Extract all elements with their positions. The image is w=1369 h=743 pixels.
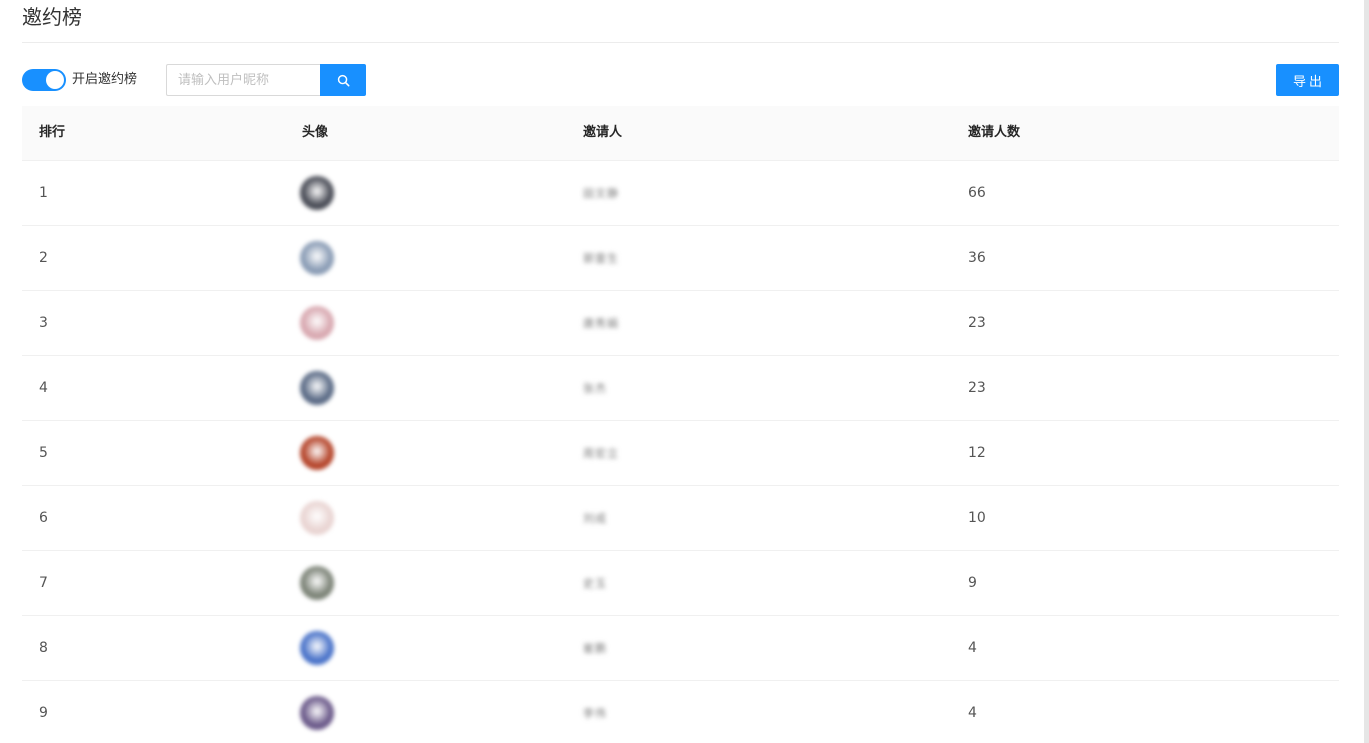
inviter-name: 史玉 <box>583 577 607 590</box>
table-row: 3 唐秀娟 23 <box>22 291 1339 356</box>
inviter-name: 崔鹏 <box>583 642 607 655</box>
avatar <box>300 176 334 210</box>
nickname-search-input[interactable] <box>166 64 321 96</box>
inviter-name: 周宏立 <box>583 447 619 460</box>
inviter-cell: 李伟 <box>575 681 635 743</box>
avatar <box>300 566 334 600</box>
invite-ranking-page: 邀约榜 开启邀约榜 导出 排行 头像 邀请人 邀请人数 1田文静662郭雷生36… <box>0 0 1369 743</box>
avatar <box>300 371 334 405</box>
header-rank: 排行 <box>39 125 66 140</box>
title-divider <box>22 42 1339 43</box>
rank-cell: 4 <box>39 380 48 396</box>
inviter-name: 张杰 <box>583 382 607 395</box>
invite-count-cell: 23 <box>968 380 986 396</box>
inviter-cell: 唐秀娟 <box>575 291 635 355</box>
avatar-cell <box>288 161 346 225</box>
toolbar: 开启邀约榜 导出 <box>22 64 1339 96</box>
inviter-cell: 周宏立 <box>575 421 635 485</box>
inviter-cell: 崔鹏 <box>575 616 635 680</box>
rank-cell: 1 <box>39 185 48 201</box>
invite-count-cell: 4 <box>968 640 977 656</box>
avatar-cell <box>288 291 346 355</box>
rank-cell: 5 <box>39 445 48 461</box>
table-row: 9 李伟 4 <box>22 681 1339 743</box>
switch-knob <box>46 71 64 89</box>
rank-cell: 3 <box>39 315 48 331</box>
avatar-cell <box>288 421 346 485</box>
avatar-cell <box>288 616 346 680</box>
table-header: 排行 头像 邀请人 邀请人数 <box>22 106 1339 161</box>
scrollbar-track[interactable] <box>1364 0 1369 743</box>
rank-cell: 2 <box>39 250 48 266</box>
avatar <box>300 696 334 730</box>
table-row: 1 田文静 66 <box>22 161 1339 226</box>
rank-cell: 8 <box>39 640 48 656</box>
enable-ranking-switch[interactable] <box>22 69 66 91</box>
page-title: 邀约榜 <box>22 5 82 29</box>
avatar <box>300 631 334 665</box>
table-row: 6 刘成 10 <box>22 486 1339 551</box>
table-row: 7 史玉 9 <box>22 551 1339 616</box>
avatar-cell <box>288 226 346 290</box>
inviter-name: 田文静 <box>583 187 619 200</box>
table-row: 8 崔鹏 4 <box>22 616 1339 681</box>
invite-count-cell: 66 <box>968 185 986 201</box>
inviter-cell: 田文静 <box>575 161 635 225</box>
invite-count-cell: 4 <box>968 705 977 721</box>
avatar-cell <box>288 356 346 420</box>
inviter-cell: 郭雷生 <box>575 226 635 290</box>
invite-count-cell: 10 <box>968 510 986 526</box>
invite-count-cell: 23 <box>968 315 986 331</box>
avatar <box>300 501 334 535</box>
invite-count-cell: 36 <box>968 250 986 266</box>
avatar <box>300 306 334 340</box>
avatar-cell <box>288 486 346 550</box>
export-button[interactable]: 导出 <box>1276 64 1339 96</box>
invite-count-cell: 12 <box>968 445 986 461</box>
search-button[interactable] <box>320 64 366 96</box>
table-body: 1 田文静 66 2 郭雷生 36 3 唐秀娟 23 4 张杰 23 5 周宏立 12 6 刘成 10 7 史玉 9 8 崔… <box>22 161 1339 743</box>
inviter-cell: 史玉 <box>575 551 635 615</box>
header-inviter: 邀请人 <box>583 125 623 140</box>
inviter-cell: 张杰 <box>575 356 635 420</box>
rank-cell: 7 <box>39 575 48 591</box>
header-avatar: 头像 <box>302 125 329 140</box>
rank-cell: 9 <box>39 705 48 721</box>
avatar <box>300 436 334 470</box>
rank-cell: 6 <box>39 510 48 526</box>
inviter-name: 李伟 <box>583 707 607 720</box>
inviter-cell: 刘成 <box>575 486 635 550</box>
inviter-name: 唐秀娟 <box>583 317 619 330</box>
avatar <box>300 241 334 275</box>
switch-label: 开启邀约榜 <box>72 72 138 87</box>
ranking-table: 排行 头像 邀请人 邀请人数 1 田文静 66 2 郭雷生 36 3 唐秀娟 23 4 张杰 23 5 周… <box>22 106 1339 743</box>
avatar-cell <box>288 551 346 615</box>
inviter-name: 郭雷生 <box>583 252 619 265</box>
table-row: 2 郭雷生 36 <box>22 226 1339 291</box>
table-row: 5 周宏立 12 <box>22 421 1339 486</box>
avatar-cell <box>288 681 346 743</box>
header-invite-count: 邀请人数 <box>968 125 1021 140</box>
search-icon <box>337 74 349 86</box>
invite-count-cell: 9 <box>968 575 977 591</box>
table-row: 4 张杰 23 <box>22 356 1339 421</box>
inviter-name: 刘成 <box>583 512 607 525</box>
